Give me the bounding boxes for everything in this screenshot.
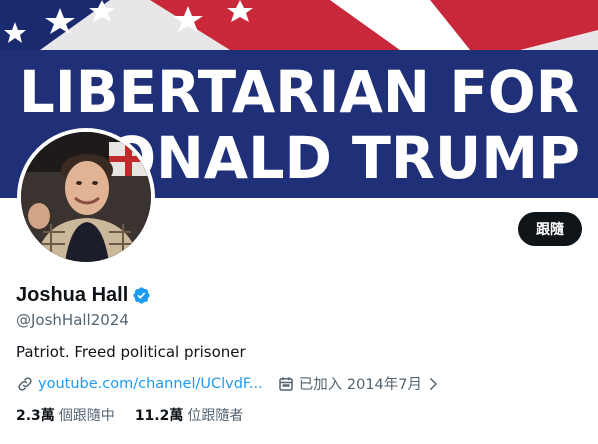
profile-name-row: Joshua Hall	[16, 284, 151, 307]
profile-meta: youtube.com/channel/UClvdF... 已加入 2014年7…	[16, 373, 442, 394]
followers-label: 位跟隨者	[187, 408, 244, 424]
profile-joined-item[interactable]: 已加入 2014年7月	[277, 373, 442, 394]
following-label: 個跟隨中	[58, 408, 115, 424]
profile-link-item[interactable]: youtube.com/channel/UClvdF...	[16, 375, 263, 393]
followers-stat[interactable]: 11.2萬 位跟隨者	[135, 405, 244, 425]
verified-badge-icon[interactable]	[132, 286, 151, 305]
follow-button[interactable]: 跟隨	[518, 212, 582, 246]
profile-website-link[interactable]: youtube.com/channel/UClvdF...	[38, 376, 263, 392]
joined-date: 已加入 2014年7月	[298, 377, 423, 393]
profile-bio: Patriot. Freed political prisoner	[16, 343, 246, 361]
followers-count: 11.2萬	[134, 408, 184, 424]
profile-handle: @JoshHall2024	[16, 311, 129, 329]
banner-line1: LIBERTARIAN FOR	[19, 58, 579, 126]
profile-stats: 2.3萬 個跟隨中 11.2萬 位跟隨者	[16, 405, 243, 425]
profile-avatar[interactable]	[17, 128, 155, 266]
calendar-icon	[277, 375, 295, 393]
following-stat[interactable]: 2.3萬 個跟隨中	[16, 405, 115, 425]
link-icon	[16, 375, 34, 393]
chevron-right-icon[interactable]	[424, 375, 442, 393]
display-name: Joshua Hall	[16, 284, 129, 306]
following-count: 2.3萬	[16, 408, 55, 424]
